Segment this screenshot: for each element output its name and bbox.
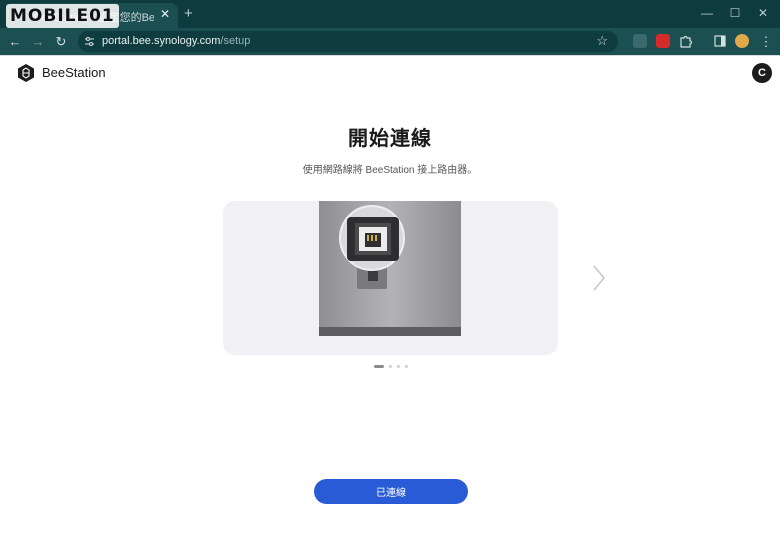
pdf-extension-icon[interactable] xyxy=(656,34,670,48)
watermark-text: MOBILE01 xyxy=(10,6,115,26)
url-path: /setup xyxy=(220,35,251,47)
browser-window: BeeStation · 設定您的BeeStation之旅 ✕ + — ☐ ✕ … xyxy=(0,0,780,559)
connected-button[interactable]: 已連線 xyxy=(314,479,468,504)
back-button[interactable]: ← xyxy=(7,34,23,49)
page-title: 開始連線 xyxy=(348,128,432,150)
browser-toolbar: ← → ↻ portal.bee.synology.com/setup ☆ ⋮ xyxy=(0,28,780,55)
puzzle-icon[interactable] xyxy=(679,34,693,48)
url-text[interactable]: portal.bee.synology.com/setup xyxy=(102,35,250,47)
carousel-dot[interactable] xyxy=(397,365,400,368)
app-header: BeeStation C xyxy=(0,56,780,90)
maximize-button[interactable]: ☐ xyxy=(725,6,745,20)
forward-button[interactable]: → xyxy=(30,34,46,49)
new-tab-button[interactable]: + xyxy=(184,5,193,22)
carousel-dot-active[interactable] xyxy=(374,365,384,368)
translate-extension-icon[interactable] xyxy=(633,34,647,48)
profile-icon[interactable] xyxy=(735,34,749,48)
user-avatar[interactable]: C xyxy=(752,63,772,83)
tab-close-icon[interactable]: ✕ xyxy=(160,7,170,21)
brand-name[interactable]: BeeStation xyxy=(42,65,106,80)
browser-menu-icon[interactable]: ⋮ xyxy=(758,34,774,50)
bookmark-star-icon[interactable]: ☆ xyxy=(596,33,608,49)
tab-strip: BeeStation · 設定您的BeeStation之旅 ✕ + — ☐ ✕ … xyxy=(0,0,780,28)
page-subtitle: 使用網路線將 BeeStation 接上路由器。 xyxy=(302,165,478,176)
watermark-logo: MOBILE01 xyxy=(6,4,119,28)
close-window-button[interactable]: ✕ xyxy=(753,6,773,20)
tune-icon[interactable] xyxy=(84,36,95,47)
carousel-dot[interactable] xyxy=(389,365,392,368)
beestation-logo-icon[interactable] xyxy=(16,63,36,83)
url-host: portal.bee.synology.com xyxy=(102,35,221,47)
carousel-dot[interactable] xyxy=(405,365,408,368)
device-illustration xyxy=(319,201,461,336)
carousel-next-arrow-icon[interactable] xyxy=(590,263,608,293)
minimize-button[interactable]: — xyxy=(697,6,717,20)
reload-button[interactable]: ↻ xyxy=(53,34,69,50)
side-panel-icon[interactable] xyxy=(713,34,727,48)
setup-carousel xyxy=(223,201,558,355)
address-bar[interactable]: portal.bee.synology.com/setup ☆ xyxy=(78,31,618,52)
